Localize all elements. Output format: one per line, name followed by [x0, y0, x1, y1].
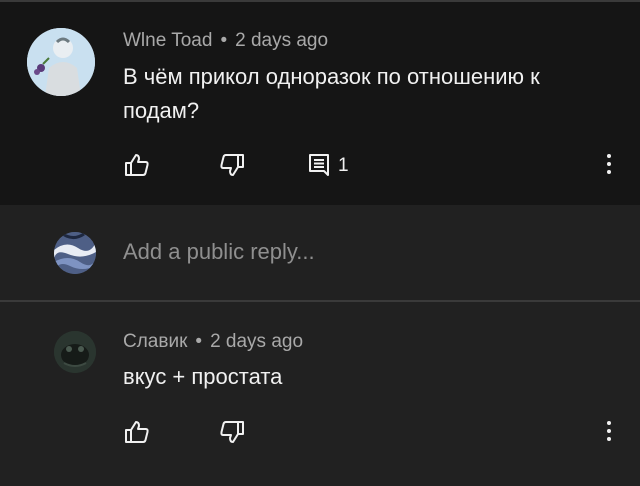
more-vert-icon	[606, 154, 612, 174]
section-divider	[0, 300, 640, 302]
comment-time[interactable]: 2 days ago	[210, 331, 303, 352]
replies-button[interactable]	[306, 151, 334, 179]
dislike-button[interactable]	[218, 151, 246, 179]
dislike-button[interactable]	[218, 418, 246, 446]
comment-icon	[309, 154, 329, 176]
comment-author[interactable]: Славик	[123, 331, 187, 352]
comment-text: вкус + простата	[123, 364, 283, 389]
like-button[interactable]	[123, 418, 151, 446]
reply-count[interactable]: 1	[338, 155, 349, 177]
comment-author[interactable]: Wlne Toad	[123, 30, 212, 51]
comment-meta: Wlne Toad • 2 days ago	[123, 30, 328, 52]
more-options-button[interactable]	[606, 418, 612, 446]
reply-input[interactable]: Add a public reply...	[123, 237, 593, 267]
thumbs-up-icon	[125, 154, 149, 176]
thumbs-up-icon	[125, 421, 149, 443]
comment-time[interactable]: 2 days ago	[235, 30, 328, 51]
avatar[interactable]	[54, 331, 96, 373]
thumbs-down-icon	[220, 421, 244, 443]
like-button[interactable]	[123, 151, 151, 179]
comment-text: В чём прикол одноразок по отношению к по…	[123, 64, 540, 123]
meta-separator: •	[220, 30, 228, 51]
comment-meta: Славик • 2 days ago	[123, 331, 303, 353]
avatar[interactable]	[27, 28, 95, 96]
meta-separator: •	[195, 331, 203, 352]
user-avatar	[54, 232, 96, 274]
more-vert-icon	[606, 421, 612, 441]
more-options-button[interactable]	[606, 151, 612, 179]
thumbs-down-icon	[220, 154, 244, 176]
